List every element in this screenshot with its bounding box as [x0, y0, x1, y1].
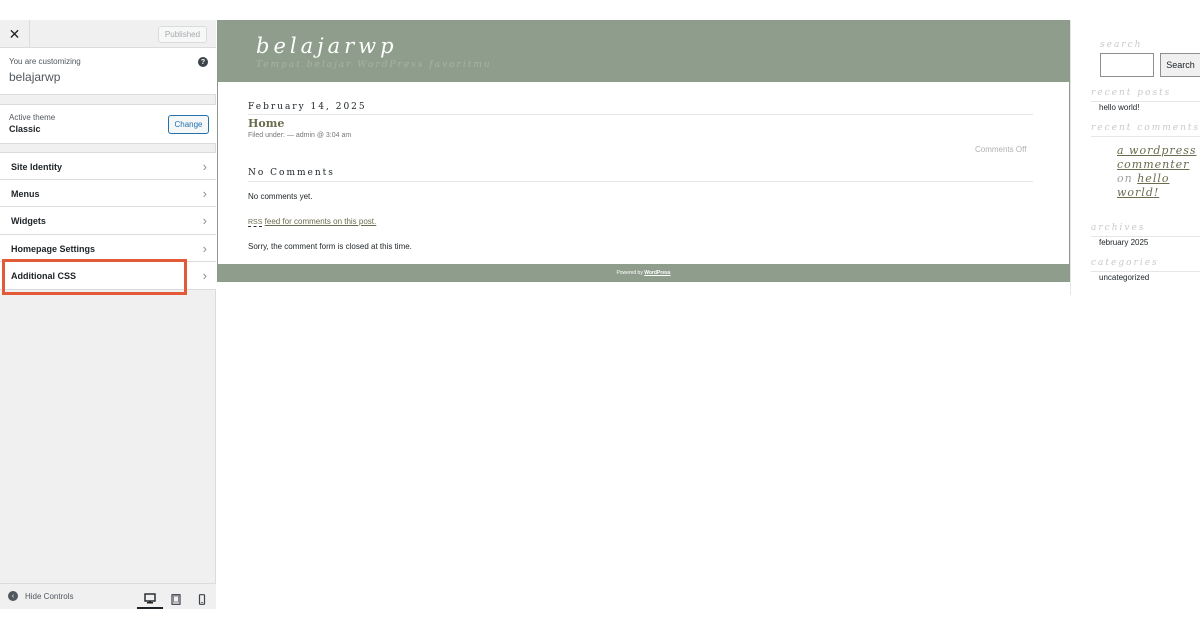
rss-link-text: feed for comments on this post. — [264, 217, 377, 226]
post-meta: Filed under: — admin @ 3:04 am — [248, 132, 352, 139]
site-tagline: Tempat belajar WordPress favoritmu — [256, 60, 492, 70]
site-preview: belajarwp Tempat belajar WordPress favor… — [217, 20, 1070, 282]
divider — [1091, 236, 1200, 237]
customizer-header: ✕ Published — [0, 20, 216, 48]
post-date: February 14, 2025 — [248, 102, 1033, 115]
divider — [1091, 136, 1200, 137]
site-footer: Powered by WordPress — [218, 264, 1069, 281]
divider — [1091, 271, 1200, 272]
menu-item-widgets[interactable]: Widgets › — [0, 207, 216, 235]
menu-item-label: Additional CSS — [11, 271, 76, 281]
menu-item-label: Site Identity — [11, 162, 63, 172]
chevron-right-icon: › — [202, 240, 207, 256]
tablet-icon[interactable] — [163, 590, 189, 609]
active-theme-panel: Active theme Classic Change — [0, 104, 216, 144]
customizing-info: You are customizing belajarwp ? — [0, 48, 216, 95]
published-button[interactable]: Published — [158, 26, 207, 43]
commenter-link[interactable]: a wordpress commenter — [1117, 144, 1197, 171]
search-button[interactable]: Search — [1160, 53, 1200, 77]
recent-comments-heading: recent comments — [1091, 123, 1200, 133]
comments-heading: No Comments — [248, 168, 1033, 182]
archive-link[interactable]: february 2025 — [1099, 238, 1148, 247]
archives-heading: archives — [1091, 223, 1146, 233]
rss-abbr: RSS — [248, 219, 263, 227]
categories-heading: categories — [1091, 258, 1159, 268]
menu-item-label: Menus — [11, 188, 40, 199]
customizer-footer: ‹ Hide Controls — [0, 583, 216, 609]
menu-item-label: Homepage Settings — [11, 243, 96, 254]
hide-controls-label: Hide Controls — [25, 591, 74, 601]
menu-item-label: Widgets — [11, 216, 46, 226]
customizing-site-name: belajarwp — [9, 70, 61, 84]
customizing-label: You are customizing — [9, 57, 81, 66]
change-theme-button[interactable]: Change — [168, 115, 209, 134]
search-input[interactable] — [1100, 53, 1154, 77]
no-comments-text: No comments yet. — [248, 192, 313, 201]
wordpress-link[interactable]: WordPress — [644, 270, 670, 276]
powered-by-text: Powered by — [616, 269, 643, 276]
comments-status: Comments Off — [975, 145, 1027, 154]
help-icon[interactable]: ? — [198, 57, 208, 67]
menu-item-site-identity[interactable]: Site Identity › — [0, 152, 216, 180]
hide-controls-button[interactable]: ‹ Hide Controls — [8, 591, 73, 601]
menu-item-menus[interactable]: Menus › — [0, 179, 216, 207]
chevron-right-icon: › — [202, 159, 207, 174]
menu-item-additional-css[interactable]: Additional CSS › — [0, 262, 216, 290]
desktop-icon[interactable] — [137, 590, 163, 609]
active-theme-name: Classic — [9, 124, 41, 134]
recent-post-link[interactable]: hello world! — [1099, 103, 1139, 112]
mobile-icon[interactable] — [189, 590, 215, 609]
customizer-menu: Site Identity › Menus › Widgets › Homepa… — [0, 152, 216, 290]
site-header: belajarwp Tempat belajar WordPress favor… — [218, 21, 1069, 82]
chevron-right-icon: › — [202, 213, 207, 228]
customizer-sidebar: ✕ Published You are customizing belajarw… — [0, 20, 216, 609]
post-title-link[interactable]: Home — [248, 117, 284, 130]
recent-comment-entry: a wordpress commenter on hello world! — [1117, 144, 1200, 200]
menu-item-homepage-settings[interactable]: Homepage Settings › — [0, 234, 216, 262]
search-widget-heading: search — [1100, 40, 1143, 50]
close-icon[interactable]: ✕ — [0, 20, 30, 48]
chevron-right-icon: › — [202, 185, 207, 201]
site-title[interactable]: belajarwp — [256, 34, 398, 58]
rss-feed-link[interactable]: RSS feed for comments on this post. — [248, 217, 377, 227]
category-link[interactable]: uncategorized — [1099, 273, 1149, 282]
chevron-right-icon: › — [202, 268, 207, 283]
collapse-arrow-icon: ‹ — [8, 591, 18, 601]
divider — [1091, 101, 1200, 102]
active-theme-label: Active theme — [9, 113, 56, 122]
on-text: on — [1117, 172, 1133, 185]
comments-closed-text: Sorry, the comment form is closed at thi… — [248, 242, 412, 251]
recent-posts-heading: recent posts — [1091, 88, 1172, 98]
widget-sidebar: search Search recent posts hello world! … — [1070, 20, 1200, 295]
